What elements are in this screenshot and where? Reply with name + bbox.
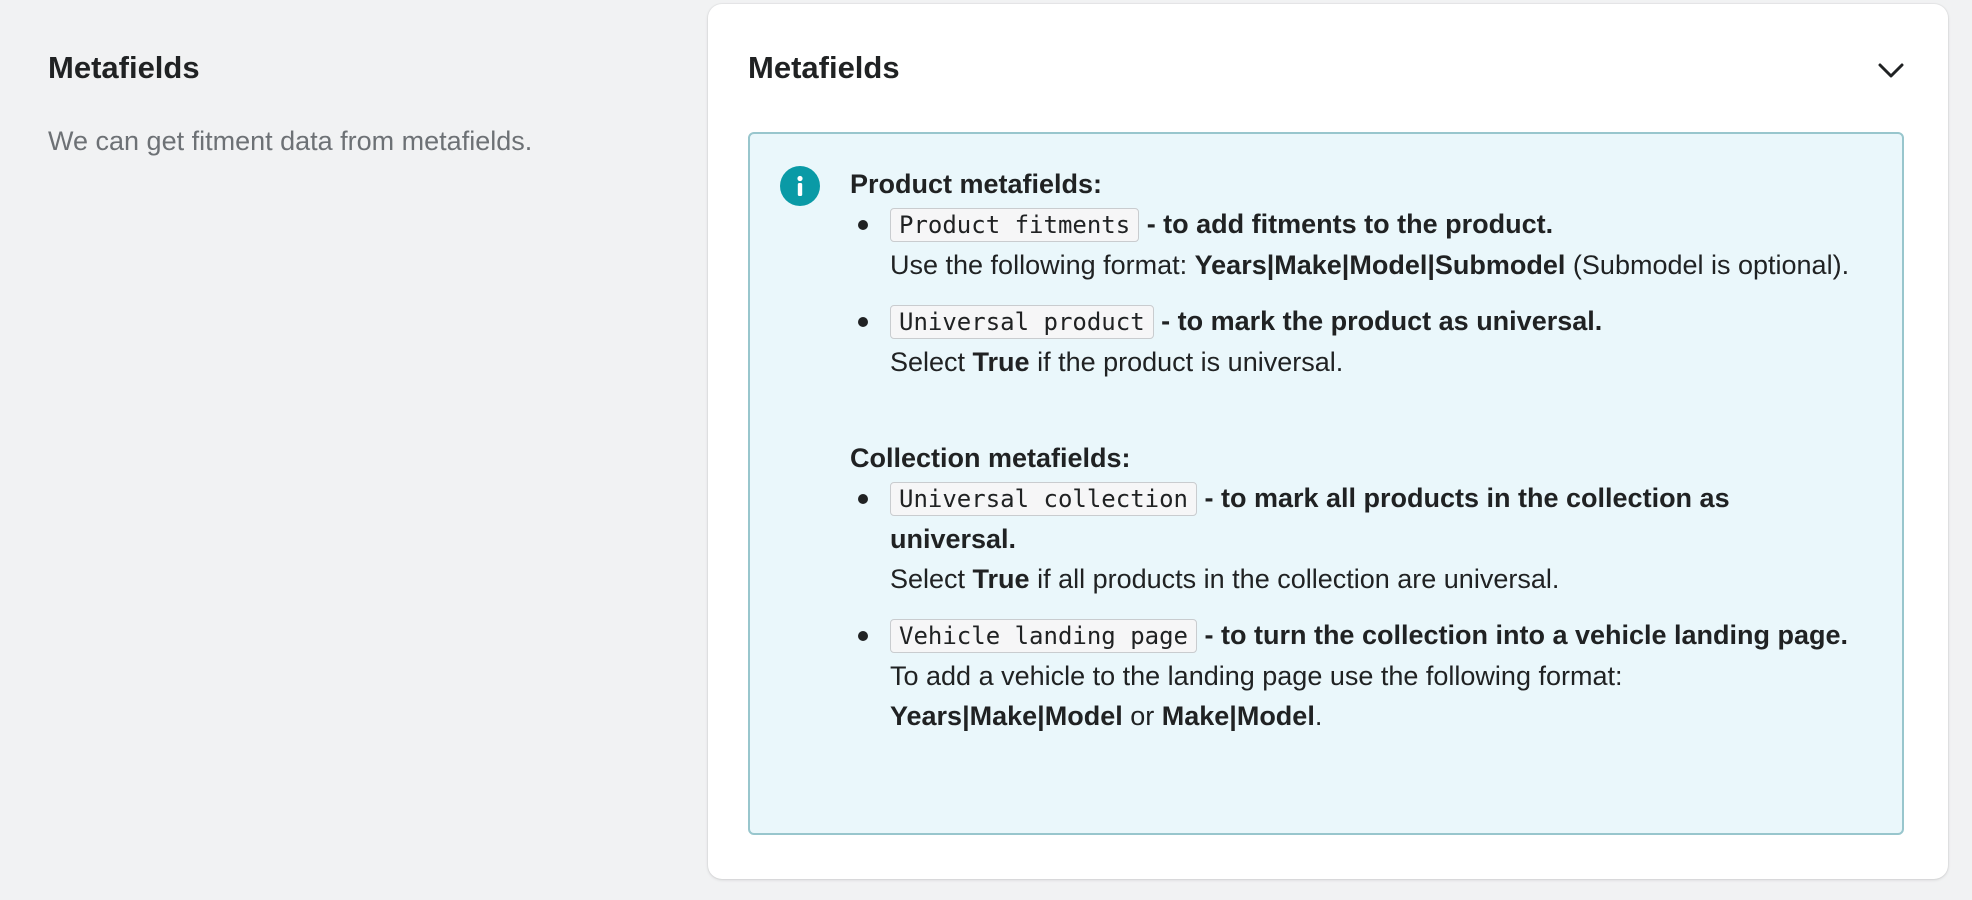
metafield-description: To add a vehicle to the landing page use… (890, 661, 1623, 691)
chevron-down-icon (1878, 63, 1904, 78)
collapse-button[interactable] (1874, 54, 1908, 88)
section-title: Metafields (48, 50, 200, 85)
list-item: Product fitments - to add fitments to th… (850, 204, 1860, 285)
banner-content: Product metafields: Product fitments - t… (850, 164, 1860, 752)
card-title: Metafields (748, 50, 900, 85)
metafield-description-end: if all products in the collection are un… (1029, 564, 1560, 594)
metafield-summary: - to mark the product as universal. (1153, 306, 1603, 336)
metafield-description-end: . (1314, 701, 1323, 731)
metafield-key: Universal collection (890, 482, 1197, 516)
collection-metafields-list: Universal collection - to mark all produ… (850, 478, 1860, 736)
true-value-text: True (972, 347, 1030, 377)
product-metafields-list: Product fitments - to add fitments to th… (850, 204, 1860, 382)
format-text-alt: Make|Model (1161, 701, 1315, 731)
format-text: Years|Make|Model|Submodel (1194, 250, 1566, 280)
metafield-description-middle: or (1122, 701, 1162, 731)
metafield-key: Universal product (890, 305, 1154, 339)
list-item: Universal product - to mark the product … (850, 301, 1860, 382)
product-metafields-heading: Product metafields: (850, 169, 1103, 199)
list-item: Vehicle landing page - to turn the colle… (850, 615, 1860, 736)
metafield-description-end: if the product is universal. (1029, 347, 1344, 377)
metafield-description: Select (890, 347, 973, 377)
metafields-card: Metafields Product metafields: Product f… (708, 4, 1948, 879)
list-item: Universal collection - to mark all produ… (850, 478, 1860, 599)
info-icon (780, 166, 820, 206)
info-banner: Product metafields: Product fitments - t… (748, 132, 1904, 835)
metafield-description-end: (Submodel is optional). (1565, 250, 1850, 280)
collection-metafields-heading: Collection metafields: (850, 443, 1131, 473)
section-description: We can get fitment data from metafields. (48, 126, 533, 156)
metafield-key: Vehicle landing page (890, 619, 1197, 653)
metafield-key: Product fitments (890, 208, 1140, 242)
metafield-description: Select (890, 564, 973, 594)
metafield-description: Use the following format: (890, 250, 1195, 280)
true-value-text: True (972, 564, 1030, 594)
metafield-summary: - to add fitments to the product. (1139, 209, 1554, 239)
metafield-summary: - to turn the collection into a vehicle … (1196, 620, 1849, 650)
format-text: Years|Make|Model (890, 701, 1123, 731)
